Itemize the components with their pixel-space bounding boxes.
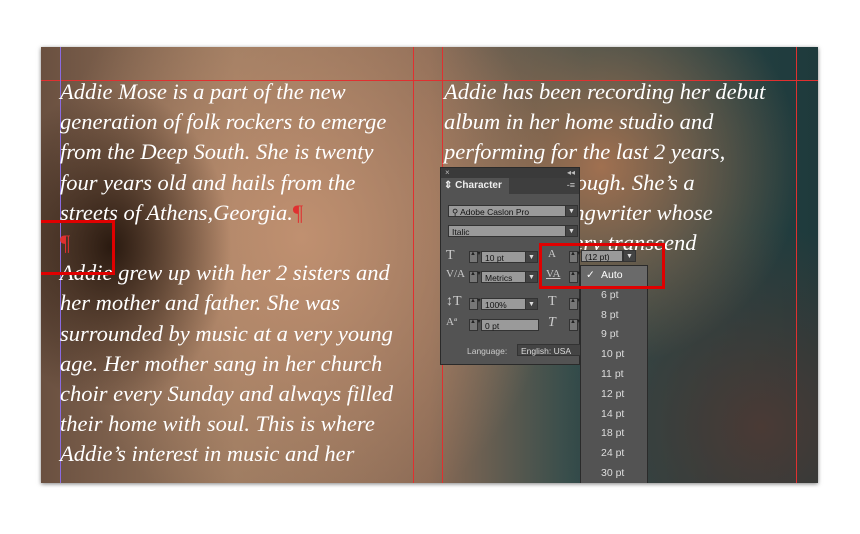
font-size-field[interactable]: 10 pt [481,251,526,263]
leading-option[interactable]: 12 pt [581,385,647,405]
text-line: age. Her mother sang in her church [60,350,383,376]
baseline-shift-icon: Aª [446,316,457,328]
leading-option[interactable]: 11 pt [581,365,647,385]
language-label: Language: [467,346,508,356]
leading-option[interactable]: 24 pt [581,444,647,464]
text-line: performing for the last 2 years, [444,139,726,165]
text-line: their home with soul. This is where [60,411,375,437]
vertical-scale-value: 100% [485,300,507,310]
chevron-down-icon[interactable]: ▼ [565,205,578,217]
font-size-value: 10 pt [485,253,504,263]
panel-menu-icon[interactable]: -≡ [567,180,575,190]
vertical-scale-stepper[interactable]: ▲▼ [469,298,482,310]
highlight-leading [539,243,665,289]
leading-option[interactable]: 30 pt [581,464,647,483]
close-icon[interactable]: × [445,168,450,177]
text-line: choir every Sunday and always filled [60,381,394,407]
leading-option[interactable]: 8 pt [581,306,647,326]
language-select[interactable]: English: USA [517,344,581,356]
language-value: English: USA [521,346,572,356]
skew-icon: T [548,315,556,330]
kerning-icon: V/A [446,268,465,280]
leading-dropdown[interactable]: ✓ Auto 6 pt 8 pt 9 pt 10 pt 11 pt 12 pt 14 pt 18… [580,265,648,483]
text-line: Addie Mose is a part of the new [60,79,346,104]
highlight-pilcrow [41,220,115,275]
baseline-shift-field[interactable]: 0 pt [481,319,539,331]
vertical-scale-icon: ↕T [446,294,462,309]
chevron-down-icon[interactable]: ▼ [525,298,538,310]
column-guide [796,47,797,483]
text-line: surrounded by music at a very young [60,320,393,346]
skew-stepper[interactable]: ▲▼ [569,319,582,331]
font-style-field[interactable]: Italic [448,225,566,237]
text-line: from the Deep South. She is twenty [60,139,374,165]
horizontal-scale-stepper[interactable]: ▲▼ [569,298,582,310]
chevron-down-icon[interactable]: ▼ [565,225,578,237]
text-line: generation of folk rockers to emerge [60,109,387,135]
leading-option[interactable]: 14 pt [581,405,647,425]
kerning-stepper[interactable]: ▲▼ [469,271,482,283]
baseline-shift-stepper[interactable]: ▲▼ [469,319,482,331]
text-line: Addie has been recording her debut [444,79,766,104]
vertical-scale-field[interactable]: 100% [481,298,526,310]
baseline-shift-value: 0 pt [485,321,500,331]
leading-option[interactable]: 9 pt [581,325,647,345]
text-line: her mother and father. She was [60,290,340,316]
pilcrow-mark: ¶ [292,199,304,225]
font-size-icon: T [446,248,455,263]
font-style-value: Italic [452,227,470,237]
font-family-field[interactable]: ⚲ Adobe Caslon Pro [448,205,566,217]
leading-option[interactable]: 10 pt [581,345,647,365]
font-family-value: Adobe Caslon Pro [460,207,530,217]
chevron-down-icon[interactable]: ▼ [525,271,538,283]
collapse-icon[interactable]: ◂◂ [567,168,575,177]
document-canvas[interactable]: Addie Mose is a part of the new generatio… [41,47,818,483]
text-line: Addie’s interest in music and her [60,441,355,467]
font-size-stepper[interactable]: ▲▼ [469,251,482,263]
column-guide [413,47,414,483]
kerning-field[interactable]: Metrics [481,271,526,283]
leading-option[interactable]: 18 pt [581,424,647,444]
chevron-down-icon[interactable]: ▼ [525,251,538,263]
kerning-value: Metrics [485,273,513,283]
text-line: album in her home studio and [444,109,714,135]
tab-character[interactable]: ⇕ Character [441,178,509,194]
horizontal-scale-icon: T [548,294,557,309]
panel-title: Character [455,180,502,191]
text-line: four years old and hails from the [60,169,356,195]
